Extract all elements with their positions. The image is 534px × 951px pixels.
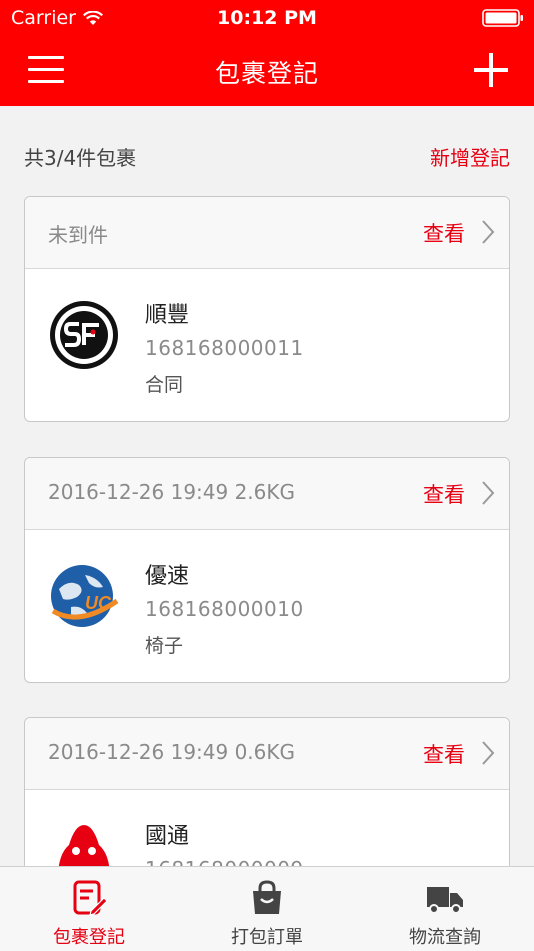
tab-label: 包裹登記 [53,927,125,948]
new-registration-link[interactable]: 新增登記 [430,142,510,171]
tab-package-orders[interactable]: 打包訂單 [178,867,356,951]
status-bar: Carrier 10:12 PM [0,0,534,36]
courier-name: 順豐 [145,303,190,328]
tab-label: 物流查詢 [409,927,481,948]
package-status: 2016-12-26 19:49 2.6KG [48,480,296,504]
courier-name: 國通 [145,824,190,849]
chevron-right-icon [482,481,495,505]
tracking-number: 168168000010 [145,597,304,621]
tab-logistics-query[interactable]: 物流查詢 [356,867,534,951]
view-button[interactable]: 查看 [423,739,465,769]
sf-express-logo [50,301,118,369]
uc-express-logo: UC [51,565,119,627]
clock: 10:12 PM [217,7,317,29]
view-button[interactable]: 查看 [423,218,465,248]
delivery-truck-icon [427,887,463,914]
view-button[interactable]: 查看 [423,479,465,509]
tab-label: 打包訂單 [231,927,303,948]
package-status: 2016-12-26 19:49 0.6KG [48,740,296,764]
package-item: 椅子 [145,635,184,657]
nav-bar: 包裹登記 [0,36,534,106]
courier-name: 優速 [145,564,190,589]
page-title: 包裹登記 [214,59,319,88]
package-item: 合同 [145,374,184,396]
package-status: 未到件 [48,223,108,247]
package-count: 共3/4件包裹 [24,146,137,170]
svg-text:UC: UC [85,593,112,613]
plus-icon[interactable] [474,53,508,87]
tracking-number: 168168000011 [145,336,304,360]
chevron-right-icon [482,220,495,244]
package-card-header[interactable]: 未到件 查看 [25,197,509,269]
package-card-header[interactable]: 2016-12-26 19:49 2.6KG 查看 [25,458,509,530]
tab-bar: 包裹登記 打包訂單 物流查詢 [0,866,534,951]
package-card: 2016-12-26 19:49 2.6KG 查看 UC 優速 16816800… [24,457,510,683]
tab-package-register[interactable]: 包裹登記 [0,867,178,951]
register-form-icon [73,880,108,916]
shopping-bag-icon [253,880,281,914]
chevron-right-icon [482,741,495,765]
package-card-header[interactable]: 2016-12-26 19:49 0.6KG 查看 [25,718,509,790]
battery-icon [482,9,523,27]
package-card: 未到件 查看 順豐 168168000011 合同 [24,196,510,422]
